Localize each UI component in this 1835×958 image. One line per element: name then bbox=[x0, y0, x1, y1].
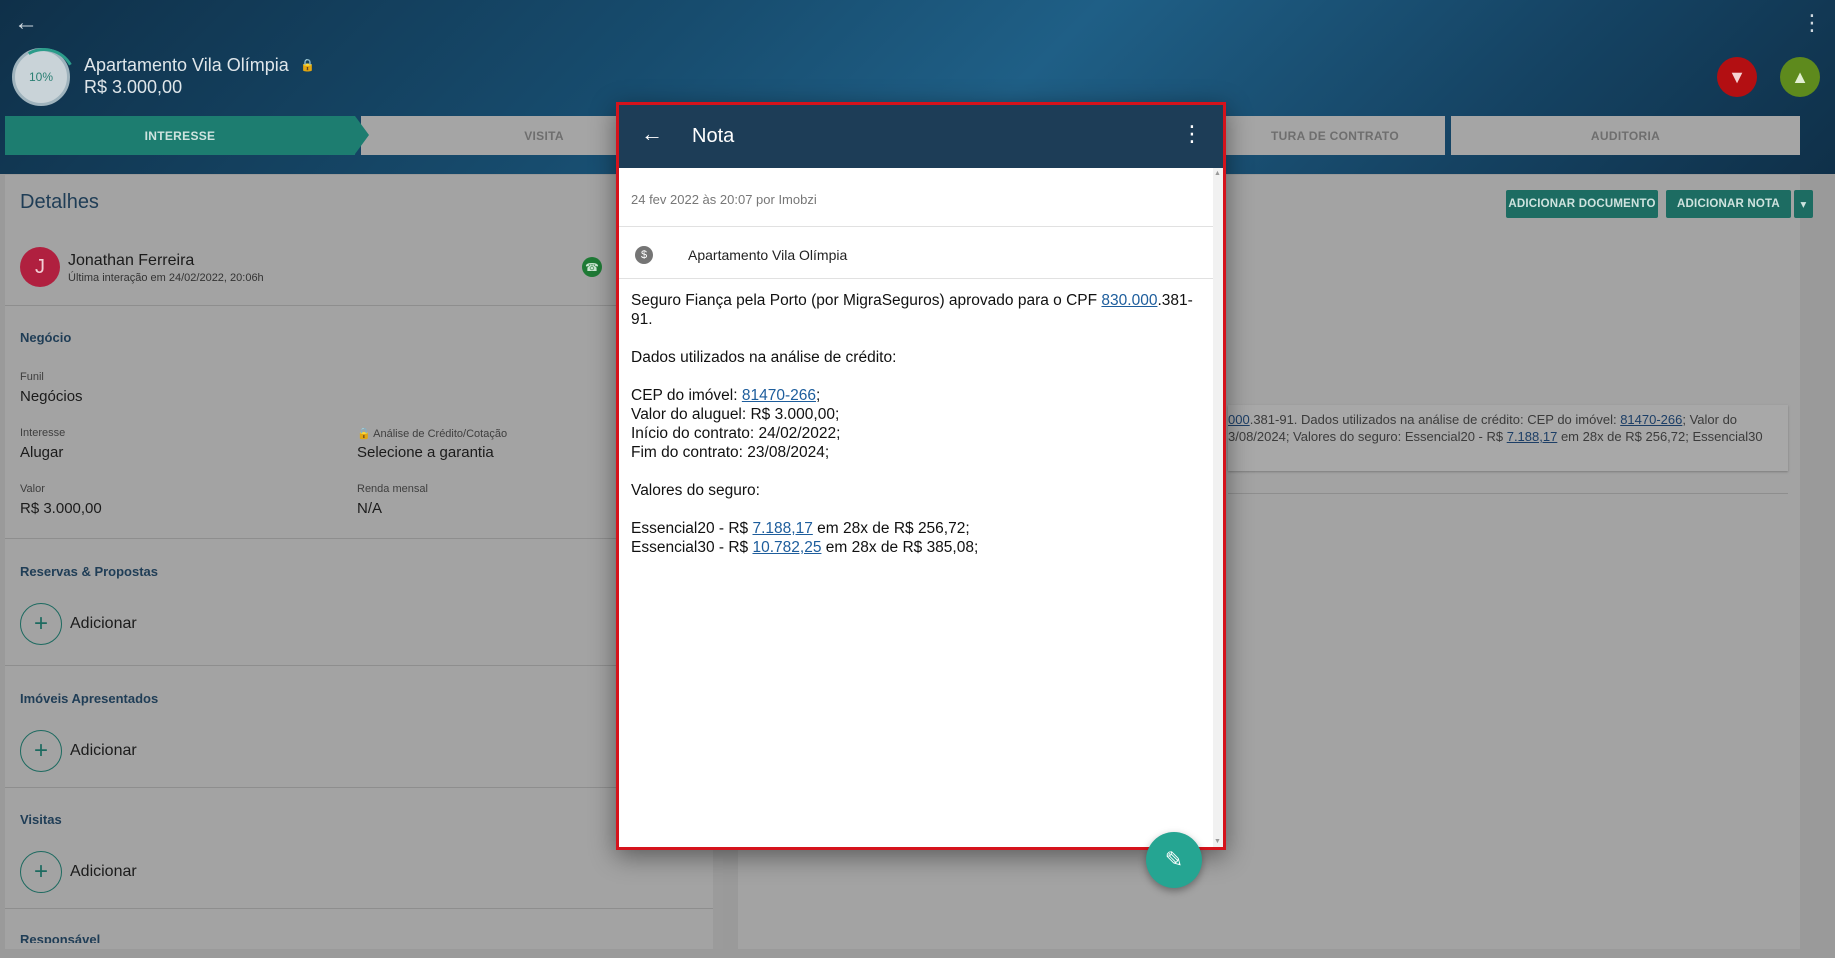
add-dropdown-button[interactable]: ▾ bbox=[1794, 190, 1813, 218]
modal-header: ← Nota ⋮ bbox=[619, 105, 1223, 168]
divider bbox=[1228, 493, 1788, 494]
renda-label: Renda mensal bbox=[357, 483, 428, 495]
interesse-value[interactable]: Alugar bbox=[20, 444, 63, 461]
note-text: em 28x de R$ 256,72; bbox=[812, 520, 970, 537]
section-responsavel: Responsável bbox=[20, 932, 101, 943]
arrow-left-icon[interactable]: ← bbox=[641, 121, 663, 147]
divider bbox=[619, 278, 1213, 279]
note-text: Valores do seguro: bbox=[631, 482, 760, 499]
section-reservas: Reservas & Propostas bbox=[20, 564, 159, 579]
note-card-text-part: 3/08/2024; Valores do seguro: Essencial2… bbox=[1228, 429, 1507, 444]
analise-label-text: Análise de Crédito/Cotação bbox=[373, 428, 508, 440]
add-document-button[interactable]: ADICIONAR DOCUMENTO bbox=[1506, 190, 1658, 218]
details-title: Detalhes bbox=[20, 191, 99, 213]
note-text: em 28x de R$ 385,08; bbox=[821, 539, 979, 556]
step-label: AUDITORIA bbox=[1590, 128, 1661, 143]
modal-title: Nota bbox=[692, 125, 735, 147]
note-card-link[interactable]: 000 bbox=[1228, 412, 1250, 427]
valor-label: Valor bbox=[20, 483, 45, 495]
note-content: Seguro Fiança pela Porto (por MigraSegur… bbox=[631, 291, 1206, 557]
note-card-text-part: .381-91. Dados utilizados na análise de … bbox=[1249, 412, 1621, 427]
note-property[interactable]: Apartamento Vila Olímpia bbox=[688, 247, 847, 263]
note-card-text-part: em 28x de R$ 256,72; Essencial30 bbox=[1557, 429, 1763, 444]
progress-ring: 10% bbox=[12, 48, 70, 106]
add-imovel-button[interactable]: + bbox=[20, 730, 62, 772]
modal-body: 24 fev 2022 às 20:07 por Imobzi $ Aparta… bbox=[619, 168, 1213, 888]
step-label: INTERESSE bbox=[144, 128, 216, 143]
cpf-link[interactable]: 830.000 bbox=[1101, 292, 1157, 309]
note-text: Início do contrato: 24/02/2022; bbox=[631, 425, 841, 442]
add-note-button[interactable]: ADICIONAR NOTA bbox=[1666, 190, 1791, 218]
note-text: Dados utilizados na análise de crédito: bbox=[631, 349, 897, 366]
note-card-link[interactable]: 7.188,17 bbox=[1507, 429, 1558, 444]
interesse-label: Interesse bbox=[20, 427, 66, 439]
scroll-up-icon[interactable]: ▲ bbox=[1214, 170, 1221, 177]
step-assinatura-contrato[interactable]: TURA DE CONTRATO bbox=[1225, 116, 1445, 155]
note-text: Essencial20 - R$ bbox=[631, 520, 753, 537]
note-text: .381- bbox=[1157, 292, 1193, 309]
thumbs-down-icon[interactable]: ▼ bbox=[1717, 57, 1757, 97]
note-text: Essencial30 - R$ bbox=[631, 539, 753, 556]
analise-credito-label: 🔒 Análise de Crédito/Cotação bbox=[357, 428, 508, 440]
last-interaction: Última interação em 24/02/2022, 20:06h bbox=[68, 272, 264, 284]
pencil-icon: ✎ bbox=[1164, 847, 1184, 872]
note-text: 91. bbox=[631, 311, 653, 328]
step-auditoria[interactable]: AUDITORIA bbox=[1451, 116, 1800, 155]
add-visita-button[interactable]: + bbox=[20, 851, 62, 893]
avatar[interactable]: J bbox=[20, 247, 60, 287]
note-card[interactable]: 000.381-91. Dados utilizados na análise … bbox=[1228, 405, 1788, 471]
funil-label: Funil bbox=[20, 371, 44, 383]
contact-name[interactable]: Jonathan Ferreira bbox=[68, 252, 194, 270]
note-card-text: 000.381-91. Dados utilizados na análise … bbox=[1228, 411, 1788, 445]
step-chevron bbox=[355, 116, 369, 154]
valor-value[interactable]: R$ 3.000,00 bbox=[20, 500, 102, 517]
note-text: Fim do contrato: 23/08/2024; bbox=[631, 444, 830, 461]
add-visita-label[interactable]: Adicionar bbox=[70, 863, 137, 881]
divider bbox=[5, 538, 713, 539]
progress-label: 10% bbox=[28, 70, 54, 84]
scroll-down-icon[interactable]: ▼ bbox=[1214, 838, 1221, 845]
note-text: ; bbox=[815, 387, 821, 404]
note-text: Seguro Fiança pela Porto (por MigraSegur… bbox=[631, 292, 1102, 309]
chevron-down-icon: ▾ bbox=[1800, 199, 1807, 211]
dollar-icon: $ bbox=[635, 246, 653, 264]
step-interesse[interactable]: INTERESSE bbox=[5, 116, 369, 155]
modal-scrollbar[interactable]: ▲ ▼ bbox=[1213, 168, 1223, 847]
add-reserva-button[interactable]: + bbox=[20, 603, 62, 645]
section-imoveis: Imóveis Apresentados bbox=[20, 691, 159, 706]
note-text: CEP do imóvel: bbox=[631, 387, 742, 404]
add-imovel-label[interactable]: Adicionar bbox=[70, 742, 137, 760]
add-reserva-label[interactable]: Adicionar bbox=[70, 615, 137, 633]
renda-value[interactable]: N/A bbox=[357, 500, 382, 517]
lock-icon: 🔒 bbox=[300, 58, 315, 72]
value-link[interactable]: 7.188,17 bbox=[752, 520, 812, 537]
note-text: Valor do aluguel: R$ 3.000,00; bbox=[631, 406, 840, 423]
cep-link[interactable]: 81470-266 bbox=[742, 387, 816, 404]
note-card-link[interactable]: 81470-266 bbox=[1620, 412, 1682, 427]
thumbs-up-icon[interactable]: ▲ bbox=[1780, 57, 1820, 97]
section-visitas: Visitas bbox=[20, 812, 62, 827]
note-meta: 24 fev 2022 às 20:07 por Imobzi bbox=[631, 192, 817, 207]
deal-price: R$ 3.000,00 bbox=[84, 77, 183, 97]
step-label: TURA DE CONTRATO bbox=[1271, 128, 1399, 143]
analise-credito-value[interactable]: Selecione a garantia bbox=[357, 444, 494, 461]
funil-value[interactable]: Negócios bbox=[20, 388, 83, 405]
divider bbox=[5, 305, 713, 306]
step-label: VISITA bbox=[524, 128, 564, 143]
value-link[interactable]: 10.782,25 bbox=[752, 539, 821, 556]
divider bbox=[5, 665, 713, 666]
back-arrow-icon[interactable]: ← bbox=[14, 8, 44, 38]
note-modal: ← Nota ⋮ 24 fev 2022 às 20:07 por Imobzi… bbox=[616, 102, 1226, 888]
edit-note-button[interactable]: ✎ bbox=[1146, 832, 1202, 888]
kebab-icon[interactable]: ⋮ bbox=[1181, 121, 1203, 147]
whatsapp-icon[interactable]: ☎ bbox=[582, 257, 602, 277]
note-card-text-part: ; Valor do bbox=[1682, 412, 1738, 427]
divider bbox=[5, 908, 713, 909]
section-negocio: Negócio bbox=[20, 330, 72, 345]
deal-title: Apartamento Vila Olímpia bbox=[84, 55, 289, 75]
divider bbox=[619, 226, 1213, 227]
kebab-menu-icon[interactable]: ⋮ bbox=[1801, 8, 1823, 38]
divider bbox=[5, 787, 713, 788]
